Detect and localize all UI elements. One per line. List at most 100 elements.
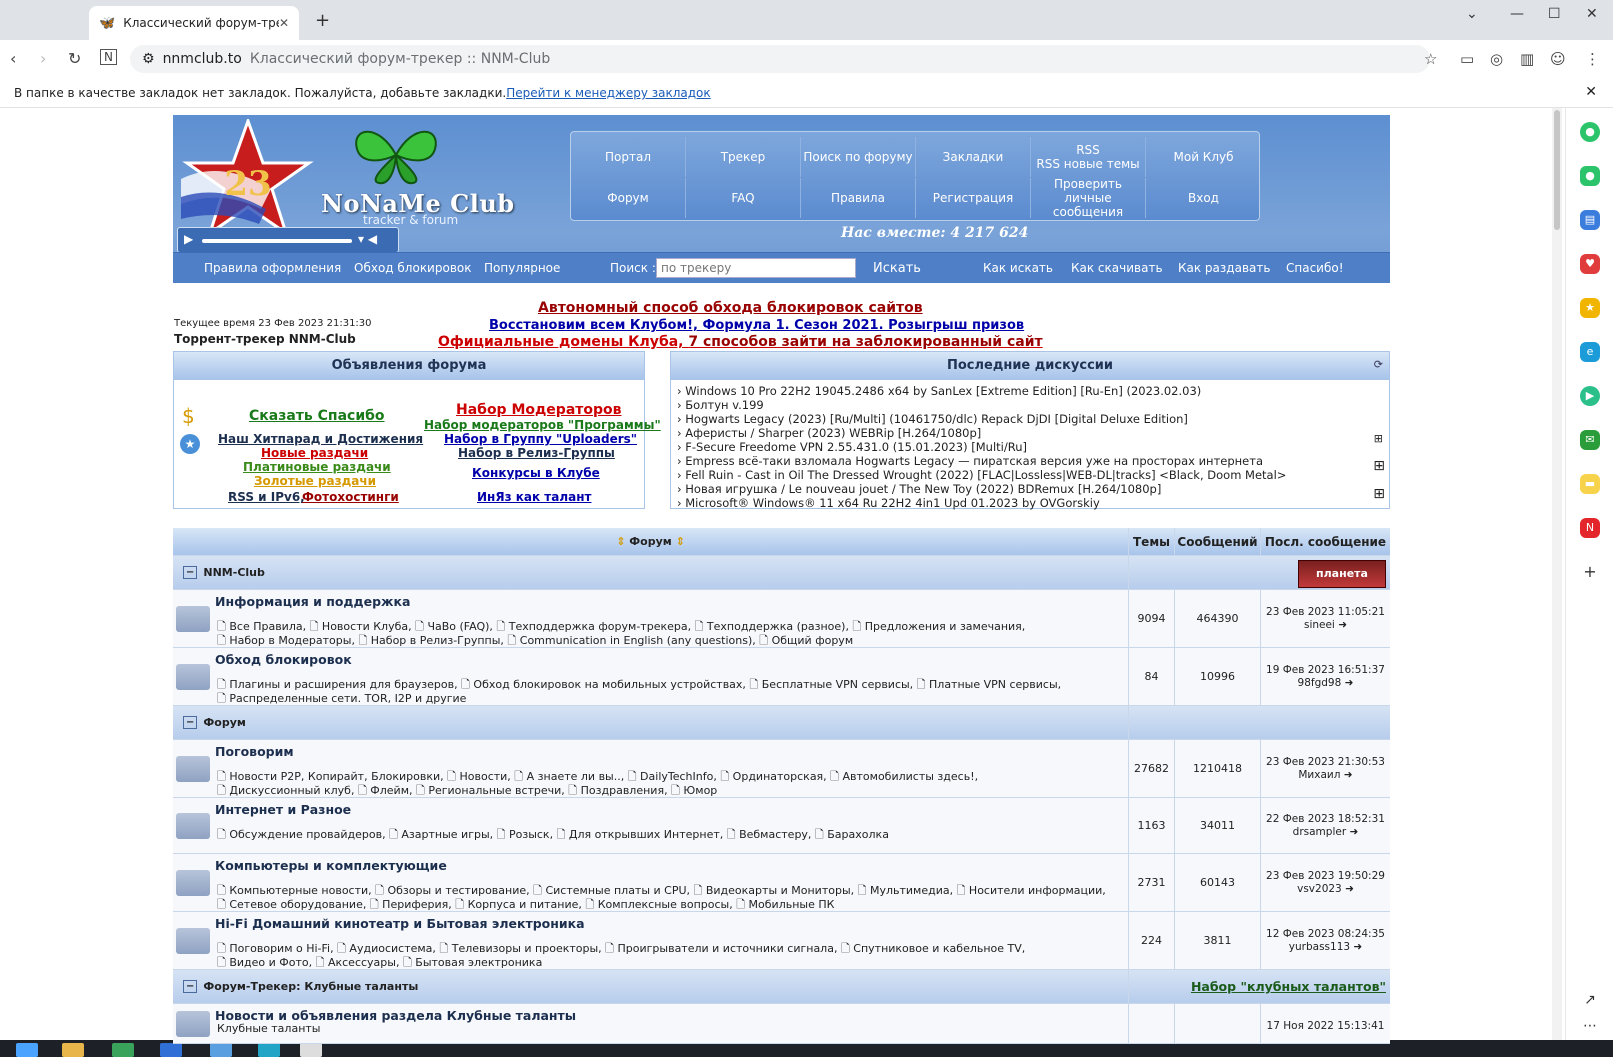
ad-moderators[interactable]: Набор Модераторов bbox=[456, 402, 622, 418]
go-to-post-icon[interactable]: ➜ bbox=[1344, 769, 1353, 781]
back-icon[interactable]: ‹ bbox=[10, 49, 16, 68]
last-post-user[interactable]: 98fgd98 bbox=[1298, 677, 1342, 689]
menu-my-club[interactable]: Мой Клуб bbox=[1146, 137, 1261, 177]
link-format-rules[interactable]: Правила оформления bbox=[204, 261, 341, 275]
forum-row[interactable]: Компьютеры и комплектующие 🗋 Компьютерны… bbox=[173, 854, 1390, 912]
link-how-seed[interactable]: Как раздавать bbox=[1178, 261, 1270, 275]
announce-link-restore[interactable]: Восстановим всем Клубом!, bbox=[489, 318, 698, 333]
forum-row[interactable]: Обход блокировок 🗋 Плагины и расширения … bbox=[173, 648, 1390, 706]
play-icon[interactable]: ▶ bbox=[184, 232, 193, 246]
discussion-item[interactable]: › Empress всё-таки взломала Hogwarts Leg… bbox=[677, 454, 1383, 468]
discussion-item[interactable]: › Hogwarts Legacy (2023) [Ru/Multi] (104… bbox=[677, 412, 1383, 426]
forum-row[interactable]: Новости и объявления раздела Клубные тал… bbox=[173, 1004, 1390, 1044]
refresh-icon[interactable]: ⟳ bbox=[1374, 358, 1383, 371]
ad-uploaders[interactable]: Набор в Группу "Uploaders" bbox=[444, 432, 637, 446]
sidebar-star-icon[interactable]: ★ bbox=[1580, 298, 1600, 318]
menu-forum-search[interactable]: Поиск по форуму bbox=[801, 137, 916, 177]
site-info-icon[interactable]: ⚙ bbox=[142, 51, 155, 67]
discussion-item[interactable]: › Windows 10 Pro 22H2 19045.2486 x64 by … bbox=[677, 384, 1383, 398]
minimize-icon[interactable]: — bbox=[1510, 6, 1524, 22]
ad-platinum[interactable]: Платиновые раздачи bbox=[243, 460, 391, 474]
scrollbar-thumb[interactable] bbox=[1554, 110, 1560, 230]
collapse-icon[interactable]: − bbox=[183, 566, 198, 579]
expand-small-icon[interactable]: ⊞ bbox=[1374, 432, 1383, 445]
ad-contests[interactable]: Конкурсы в Клубе bbox=[472, 466, 600, 480]
go-to-post-icon[interactable]: ➜ bbox=[1345, 883, 1354, 895]
profile-icon[interactable]: ☺ bbox=[1550, 50, 1566, 68]
forum-name[interactable]: Информация и поддержка bbox=[215, 594, 410, 609]
sidebar-add-icon[interactable]: + bbox=[1580, 562, 1600, 582]
menu-faq[interactable]: FAQ bbox=[686, 178, 801, 218]
reader-icon[interactable]: N bbox=[100, 49, 117, 65]
forum-row[interactable]: Поговорим 🗋 Новости P2P, Копирайт, Блоки… bbox=[173, 740, 1390, 798]
discussion-item[interactable]: › Аферисты / Sharper (2023) WEBRip [H.26… bbox=[677, 426, 1383, 440]
sidebar-notes-icon[interactable]: ▬ bbox=[1580, 474, 1600, 494]
link-bypass[interactable]: Обход блокировок bbox=[354, 261, 471, 275]
forum-name[interactable]: Поговорим bbox=[215, 744, 294, 759]
search-input[interactable]: по трекеру bbox=[656, 258, 856, 278]
menu-rss[interactable]: RSS RSS новые темы bbox=[1031, 137, 1146, 177]
maximize-icon[interactable]: ☐ bbox=[1548, 6, 1561, 22]
last-post-user[interactable]: yurbass113 bbox=[1289, 941, 1350, 953]
page-scrollbar[interactable] bbox=[1552, 108, 1562, 1040]
forum-name[interactable]: Обход блокировок bbox=[215, 652, 352, 667]
link-how-search[interactable]: Как искать bbox=[983, 261, 1053, 275]
forum-row[interactable]: Информация и поддержка 🗋 Все Правила, 🗋 … bbox=[173, 590, 1390, 648]
close-tab-icon[interactable]: ✕ bbox=[279, 16, 289, 30]
discussion-item[interactable]: › Fell Ruin - Cast in Oil The Dressed Wr… bbox=[677, 468, 1383, 482]
discussion-item[interactable]: › F-Secure Freedome VPN 2.55.431.0 (15.0… bbox=[677, 440, 1383, 454]
menu-forum[interactable]: Форум bbox=[571, 178, 686, 218]
go-to-post-icon[interactable]: ➜ bbox=[1353, 941, 1362, 953]
announce-link-domains[interactable]: Официальные домены Клуба, bbox=[438, 334, 683, 350]
discussion-item[interactable]: › Новая игрушка / Le nouveau jouet / The… bbox=[677, 482, 1383, 496]
ad-gold[interactable]: Золотые раздачи bbox=[254, 474, 376, 488]
ad-inyaz[interactable]: ИнЯз как талант bbox=[477, 490, 591, 504]
sidebar-app-icon[interactable]: ● bbox=[1580, 122, 1600, 142]
sidebar-now-icon[interactable]: N bbox=[1580, 518, 1600, 538]
volume-icon[interactable]: ▾ ◀ bbox=[358, 232, 377, 246]
subforums-line[interactable]: Клубные таланты bbox=[217, 1022, 320, 1036]
app-icon[interactable] bbox=[258, 1043, 280, 1057]
menu-icon[interactable]: ⋮ bbox=[1585, 50, 1600, 68]
sidebar-play-icon[interactable]: ▶ bbox=[1580, 386, 1600, 406]
link-how-download[interactable]: Как скачивать bbox=[1071, 261, 1163, 275]
ad-new-releases[interactable]: Новые раздачи bbox=[261, 446, 368, 460]
menu-bookmarks[interactable]: Закладки bbox=[916, 137, 1031, 177]
browser-tab-active[interactable]: 🦋 Классический форум-трекер :: ✕ bbox=[89, 6, 299, 40]
forum-name[interactable]: Новости и объявления раздела Клубные тал… bbox=[215, 1008, 576, 1023]
sidebar-toggle-icon[interactable]: ▥ bbox=[1520, 50, 1534, 68]
forward-icon[interactable]: › bbox=[40, 49, 46, 68]
menu-tracker[interactable]: Трекер bbox=[686, 137, 801, 177]
category-nnm-club[interactable]: − NNM-Club планета bbox=[173, 556, 1390, 590]
sidebar-edge-icon[interactable]: e bbox=[1580, 342, 1600, 362]
last-post-user[interactable]: sineei bbox=[1304, 619, 1335, 631]
tab-search-icon[interactable]: ⌄ bbox=[1466, 6, 1478, 22]
sidebar-wallet-icon[interactable]: ▤ bbox=[1580, 210, 1600, 230]
start-icon[interactable] bbox=[16, 1043, 38, 1057]
sidebar-external-icon[interactable]: ↗ bbox=[1580, 990, 1600, 1010]
link-thanks[interactable]: Спасибо! bbox=[1286, 261, 1344, 275]
ad-say-thanks[interactable]: Сказать Спасибо bbox=[249, 408, 385, 424]
close-window-icon[interactable]: ✕ bbox=[1586, 6, 1598, 22]
cast-icon[interactable]: ▭ bbox=[1460, 50, 1474, 68]
app-icon[interactable] bbox=[300, 1043, 322, 1057]
omnibox[interactable]: ⚙ nnmclub.to Классический форум-трекер :… bbox=[130, 45, 1430, 73]
search-button[interactable]: Искать bbox=[873, 261, 921, 276]
sidebar-wechat-icon[interactable]: ✉ bbox=[1580, 430, 1600, 450]
last-post-user[interactable]: Михаил bbox=[1298, 769, 1340, 781]
ad-hitparade[interactable]: Наш Хитпарад и Достижения bbox=[218, 432, 423, 446]
menu-rules[interactable]: Правила bbox=[801, 178, 916, 218]
category-club-talents[interactable]: − Форум-Трекер: Клубные таланты Набор "кл… bbox=[173, 970, 1390, 1004]
announce-link-7ways[interactable]: 7 способов зайти на заблокированный сайт bbox=[688, 334, 1042, 350]
sidebar-pocket-icon[interactable]: ♥ bbox=[1580, 254, 1600, 274]
discussion-item[interactable]: › Болтун v.199 bbox=[677, 398, 1383, 412]
category-forum[interactable]: − Форум bbox=[173, 706, 1390, 740]
app-icon[interactable] bbox=[112, 1043, 134, 1057]
menu-register[interactable]: Регистрация bbox=[916, 178, 1031, 218]
collapse-icon[interactable]: − bbox=[183, 980, 198, 993]
sidebar-messenger-icon[interactable]: ● bbox=[1580, 166, 1600, 186]
ad-moderators-programs[interactable]: Набор модераторов "Программы" bbox=[424, 418, 661, 432]
player-progress[interactable] bbox=[202, 239, 352, 243]
ad-release-groups[interactable]: Набор в Релиз-Группы bbox=[458, 446, 615, 460]
app-icon[interactable] bbox=[210, 1043, 232, 1057]
